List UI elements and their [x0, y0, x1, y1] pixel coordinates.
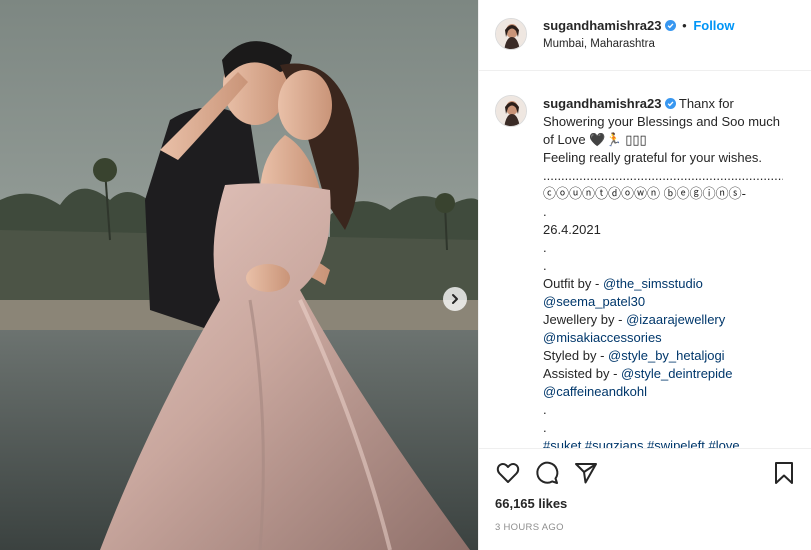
caption-dot: .	[543, 402, 547, 417]
caption-row: @caffeineandkohl	[543, 383, 783, 401]
verified-badge-icon	[664, 98, 676, 109]
caption-styled-row: Styled by - @style_by_hetaljogi	[543, 347, 783, 365]
caption-first-line: sugandhamishra23 Thanx for Showering you…	[543, 95, 783, 149]
follow-button[interactable]: Follow	[693, 18, 734, 33]
bookmark-icon	[775, 462, 793, 484]
likes-count[interactable]: 66,165 likes	[495, 496, 567, 511]
jewellery-label: Jewellery by -	[543, 312, 627, 327]
caption-row: @seema_patel30	[543, 293, 783, 311]
verified-badge-icon	[664, 20, 676, 31]
mention-link[interactable]: @seema_patel30	[543, 294, 645, 309]
header-user-row: sugandhamishra23 • Follow	[543, 18, 734, 33]
username-link[interactable]: sugandhamishra23	[543, 18, 662, 33]
outfit-label: Outfit by -	[543, 276, 603, 291]
caption-area: sugandhamishra23 Thanx for Showering you…	[479, 72, 811, 448]
caption-dot: .	[543, 258, 547, 273]
mention-link[interactable]: @misakiaccessories	[543, 330, 662, 345]
next-photo-button[interactable]	[443, 287, 467, 311]
mention-link[interactable]: @style_by_hetaljogi	[608, 348, 725, 363]
post-header: sugandhamishra23 • Follow Mumbai, Mahara…	[479, 0, 811, 71]
mention-link[interactable]: @caffeineandkohl	[543, 384, 647, 399]
caption-dot: .	[543, 240, 547, 255]
send-icon	[575, 463, 597, 484]
avatar[interactable]	[495, 18, 527, 50]
comment-button[interactable]	[534, 460, 560, 486]
hashtags-link[interactable]: #suket #sugzians #swipeleft #love	[543, 437, 783, 448]
location-link[interactable]: Mumbai, Maharashtra	[543, 38, 655, 50]
mention-link[interactable]: @the_simsstudio	[603, 276, 703, 291]
avatar-image	[496, 96, 526, 126]
caption-text: sugandhamishra23 Thanx for Showering you…	[543, 95, 783, 448]
caption-line2: Feeling really grateful for your wishes.	[543, 150, 762, 165]
caption-dots: ........................................…	[543, 168, 783, 183]
styled-label: Styled by -	[543, 348, 609, 363]
comment-icon	[536, 461, 559, 484]
chevron-right-icon	[452, 294, 458, 304]
like-button[interactable]	[495, 460, 521, 486]
caption-dot: .	[543, 420, 547, 435]
save-button[interactable]	[771, 460, 797, 486]
heart-icon	[496, 463, 520, 483]
mention-link[interactable]: @style_deintrepide	[621, 366, 732, 381]
caption-dot: .	[543, 204, 547, 219]
caption-date: 26.4.2021	[543, 222, 601, 237]
caption-outfit-row: Outfit by - @the_simsstudio	[543, 275, 783, 293]
caption-avatar[interactable]	[495, 95, 527, 127]
post-timestamp[interactable]: 3 HOURS AGO	[495, 522, 564, 533]
caption-countdown: ⓒⓞⓤⓝⓣⓓⓞⓦⓝ ⓑⓔⓖⓘⓝⓢ-	[543, 186, 746, 201]
avatar-image	[496, 19, 526, 49]
assisted-label: Assisted by -	[543, 366, 622, 381]
caption-row: @misakiaccessories	[543, 329, 783, 347]
action-bar: 66,165 likes 3 HOURS AGO	[479, 448, 811, 550]
caption-assisted-row: Assisted by - @style_deintrepide	[543, 365, 783, 383]
mention-link[interactable]: @izaarajewellery	[626, 312, 725, 327]
separator: •	[682, 18, 687, 33]
post-details: sugandhamishra23 • Follow Mumbai, Mahara…	[478, 0, 811, 550]
caption-username-link[interactable]: sugandhamishra23	[543, 96, 662, 111]
post-photo[interactable]	[0, 0, 478, 550]
couple-photo	[0, 0, 478, 550]
share-button[interactable]	[573, 460, 599, 486]
instagram-post: sugandhamishra23 • Follow Mumbai, Mahara…	[0, 0, 811, 550]
caption-jewellery-row: Jewellery by - @izaarajewellery	[543, 311, 783, 329]
